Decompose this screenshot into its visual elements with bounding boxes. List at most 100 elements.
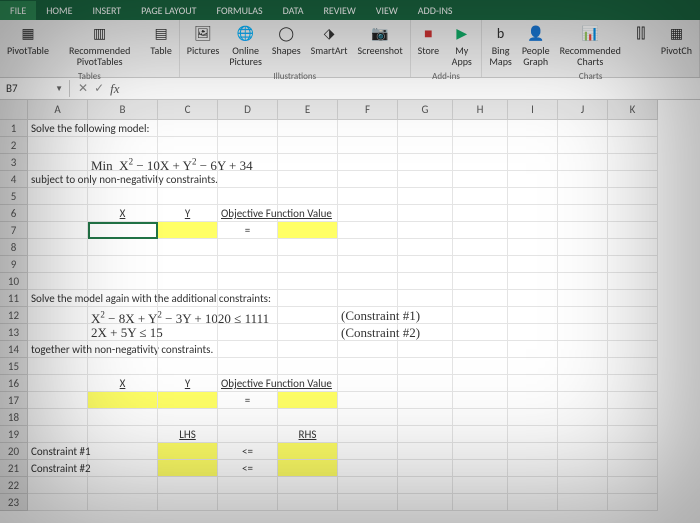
cell[interactable]: Solve the model again with the additiona…: [28, 290, 88, 307]
cell[interactable]: 2X + 5Y ≤ 15: [88, 324, 158, 341]
cell[interactable]: [453, 358, 508, 375]
cell[interactable]: [508, 256, 558, 273]
row-header[interactable]: 19: [0, 426, 28, 443]
cell[interactable]: [453, 154, 508, 171]
cell[interactable]: [608, 358, 658, 375]
cell[interactable]: [558, 443, 608, 460]
cell[interactable]: [338, 222, 398, 239]
cell[interactable]: [218, 137, 278, 154]
cell[interactable]: [558, 137, 608, 154]
cell[interactable]: [338, 426, 398, 443]
store-button[interactable]: ■Store: [415, 22, 442, 58]
cell[interactable]: [218, 154, 278, 171]
cell[interactable]: [508, 239, 558, 256]
cell[interactable]: [558, 120, 608, 137]
cell[interactable]: [558, 273, 608, 290]
cell[interactable]: [508, 358, 558, 375]
cell[interactable]: [158, 120, 218, 137]
cell[interactable]: [453, 494, 508, 511]
cell[interactable]: [558, 477, 608, 494]
cell[interactable]: [453, 375, 508, 392]
cell[interactable]: [88, 443, 158, 460]
cell[interactable]: [508, 188, 558, 205]
cell[interactable]: RHS: [278, 426, 338, 443]
cell[interactable]: [28, 426, 88, 443]
cell[interactable]: [508, 273, 558, 290]
cell[interactable]: [28, 477, 88, 494]
cell[interactable]: [558, 324, 608, 341]
cell[interactable]: [608, 443, 658, 460]
cell[interactable]: [338, 341, 398, 358]
col-header[interactable]: J: [558, 100, 608, 120]
row-header[interactable]: 21: [0, 460, 28, 477]
cell[interactable]: [558, 239, 608, 256]
cell[interactable]: [558, 307, 608, 324]
col-header[interactable]: A: [28, 100, 88, 120]
my-apps-button[interactable]: ▶My Apps: [446, 22, 477, 69]
cell[interactable]: [608, 205, 658, 222]
online-pictures-button[interactable]: 🌐Online Pictures: [226, 22, 265, 69]
cell[interactable]: [278, 137, 338, 154]
cell[interactable]: [28, 392, 88, 409]
cell[interactable]: [608, 375, 658, 392]
cell[interactable]: <=: [218, 443, 278, 460]
grid[interactable]: Solve the following model:Min X2 − 10X +…: [28, 120, 700, 511]
cell[interactable]: Constraint #2: [28, 460, 88, 477]
cell[interactable]: [278, 171, 338, 188]
cell[interactable]: [278, 290, 338, 307]
cell[interactable]: [608, 460, 658, 477]
tab-view[interactable]: VIEW: [366, 1, 408, 20]
cell[interactable]: [558, 358, 608, 375]
cell[interactable]: X: [88, 205, 158, 222]
row-header[interactable]: 6: [0, 205, 28, 222]
row-header[interactable]: 11: [0, 290, 28, 307]
cell[interactable]: [278, 494, 338, 511]
cell[interactable]: [88, 409, 158, 426]
cell[interactable]: [338, 290, 398, 307]
cell[interactable]: [508, 290, 558, 307]
cell[interactable]: [278, 154, 338, 171]
cell[interactable]: [28, 273, 88, 290]
cell[interactable]: [508, 477, 558, 494]
pivottable-button[interactable]: ▦PivotTable: [4, 22, 52, 58]
row-header[interactable]: 3: [0, 154, 28, 171]
shapes-button[interactable]: ◯Shapes: [269, 22, 304, 58]
cell[interactable]: [453, 205, 508, 222]
col-header[interactable]: G: [398, 100, 453, 120]
cell[interactable]: [158, 188, 218, 205]
cell[interactable]: [218, 324, 278, 341]
cell[interactable]: Constraint #1: [28, 443, 88, 460]
cell[interactable]: [508, 154, 558, 171]
cell[interactable]: [88, 477, 158, 494]
row-header[interactable]: 5: [0, 188, 28, 205]
row-header[interactable]: 13: [0, 324, 28, 341]
cell[interactable]: [338, 392, 398, 409]
cell[interactable]: [338, 171, 398, 188]
cell[interactable]: [338, 239, 398, 256]
cell[interactable]: [88, 222, 158, 239]
cell[interactable]: [398, 239, 453, 256]
cell[interactable]: [158, 171, 218, 188]
cell[interactable]: Y: [158, 375, 218, 392]
cell[interactable]: [218, 409, 278, 426]
cell[interactable]: [453, 188, 508, 205]
cell[interactable]: [398, 460, 453, 477]
col-header[interactable]: K: [608, 100, 658, 120]
cell[interactable]: [398, 120, 453, 137]
cell[interactable]: [608, 137, 658, 154]
col-header[interactable]: F: [338, 100, 398, 120]
cell[interactable]: [158, 341, 218, 358]
cell[interactable]: [278, 341, 338, 358]
cell[interactable]: [398, 307, 453, 324]
cell[interactable]: [338, 375, 398, 392]
cell[interactable]: [508, 307, 558, 324]
cell[interactable]: [28, 256, 88, 273]
cell[interactable]: [158, 222, 218, 239]
row-header[interactable]: 23: [0, 494, 28, 511]
cell[interactable]: [278, 375, 338, 392]
cell[interactable]: [278, 409, 338, 426]
col-header[interactable]: I: [508, 100, 558, 120]
cell[interactable]: [508, 494, 558, 511]
cell[interactable]: [218, 307, 278, 324]
cell[interactable]: [398, 392, 453, 409]
